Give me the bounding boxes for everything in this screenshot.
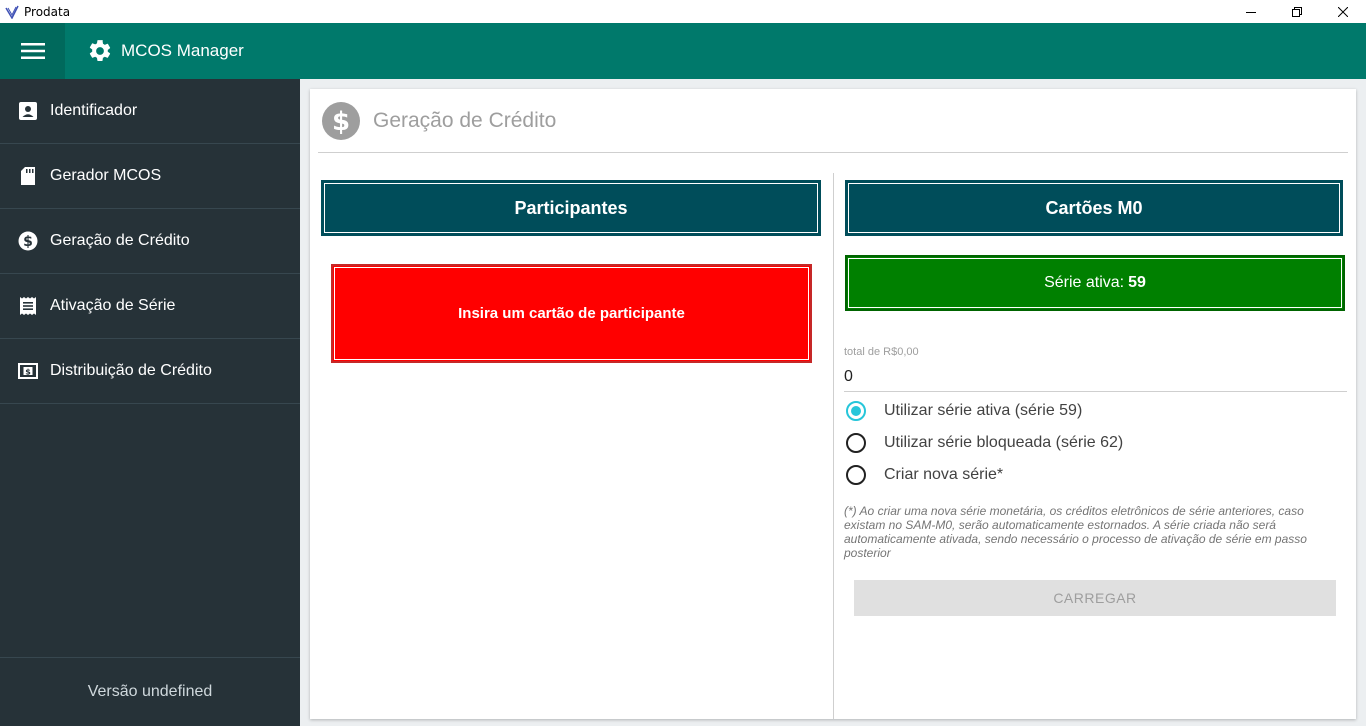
sidebar-item-label: Identificador: [50, 102, 138, 119]
sidebar-item-gerador-mcos[interactable]: Gerador MCOS: [0, 144, 300, 209]
active-series-label: Série ativa:: [1044, 274, 1125, 291]
radio-label: Utilizar série ativa (série 59): [884, 402, 1083, 419]
menu-button[interactable]: [0, 23, 65, 79]
new-series-note: (*) Ao criar uma nova série monetária, o…: [844, 504, 1307, 560]
radio-label: Utilizar série bloqueada (série 62): [884, 434, 1124, 451]
sidebar-item-distribuicao-de-credito[interactable]: $ Distribuição de Crédito: [0, 339, 300, 404]
contact-card-icon: [18, 101, 38, 121]
active-series-box: Série ativa: 59: [845, 255, 1345, 311]
sidebar-item-label: Distribuição de Crédito: [50, 362, 212, 379]
total-field[interactable]: 0: [844, 366, 1347, 392]
radio-use-blocked-series[interactable]: Utilizar série bloqueada (série 62): [846, 431, 1123, 455]
main-content: $ Geração de Crédito Participantes Insir…: [300, 79, 1366, 726]
column-divider: [833, 173, 834, 719]
sd-card-icon: [18, 166, 38, 186]
money-bill-icon: $: [18, 361, 38, 381]
sidebar-item-label: Gerador MCOS: [50, 167, 162, 184]
page-title: Geração de Crédito: [373, 108, 557, 132]
restore-icon: [1292, 6, 1302, 17]
prodata-logo-icon: [4, 4, 20, 20]
minimize-button[interactable]: [1228, 0, 1274, 23]
svg-text:$: $: [25, 367, 31, 376]
radio-create-new-series[interactable]: Criar nova série*: [846, 463, 1003, 487]
sidebar-item-ativacao-de-serie[interactable]: Ativação de Série: [0, 274, 300, 339]
load-button[interactable]: CARREGAR: [854, 580, 1336, 616]
app-header: MCOS Manager: [0, 23, 1366, 79]
sidebar: Identificador Gerador MCOS $ Geração de …: [0, 79, 300, 726]
svg-text:$: $: [23, 234, 33, 250]
credit-generation-card: $ Geração de Crédito Participantes Insir…: [310, 89, 1356, 719]
window-titlebar: Prodata: [0, 0, 1366, 23]
radio-button[interactable]: [846, 433, 866, 453]
sidebar-item-label: Geração de Crédito: [50, 232, 190, 249]
radio-use-active-series[interactable]: Utilizar série ativa (série 59): [846, 399, 1082, 423]
minimize-icon: [1246, 11, 1256, 13]
sidebar-item-label: Ativação de Série: [50, 297, 176, 314]
window-title: Prodata: [24, 4, 71, 19]
insert-card-alert: Insira um cartão de participante: [331, 264, 812, 363]
close-button[interactable]: [1320, 0, 1366, 23]
dollar-circle-icon: $: [322, 101, 360, 140]
radio-label: Criar nova série*: [884, 466, 1004, 483]
app-title: MCOS Manager: [121, 41, 244, 60]
radio-button-checked[interactable]: [846, 401, 866, 421]
restore-button[interactable]: [1274, 0, 1320, 23]
cards-heading: Cartões M0: [845, 180, 1343, 236]
sidebar-item-geracao-de-credito[interactable]: $ Geração de Crédito: [0, 209, 300, 274]
page-header: $ Geração de Crédito: [318, 89, 1348, 153]
total-label: total de R$0,00: [844, 346, 919, 358]
sidebar-item-identificador[interactable]: Identificador: [0, 79, 300, 144]
brand: MCOS Manager: [87, 38, 244, 64]
receipt-icon: [18, 296, 38, 316]
menu-icon: [20, 43, 45, 59]
close-icon: [1338, 6, 1348, 17]
gear-icon: [89, 40, 111, 61]
participants-heading: Participantes: [321, 180, 821, 236]
radio-button[interactable]: [846, 465, 866, 485]
version-label: Versão undefined: [0, 657, 300, 726]
dollar-circle-icon: $: [18, 231, 38, 251]
active-series-value: 59: [1128, 274, 1146, 291]
svg-text:$: $: [332, 107, 350, 137]
